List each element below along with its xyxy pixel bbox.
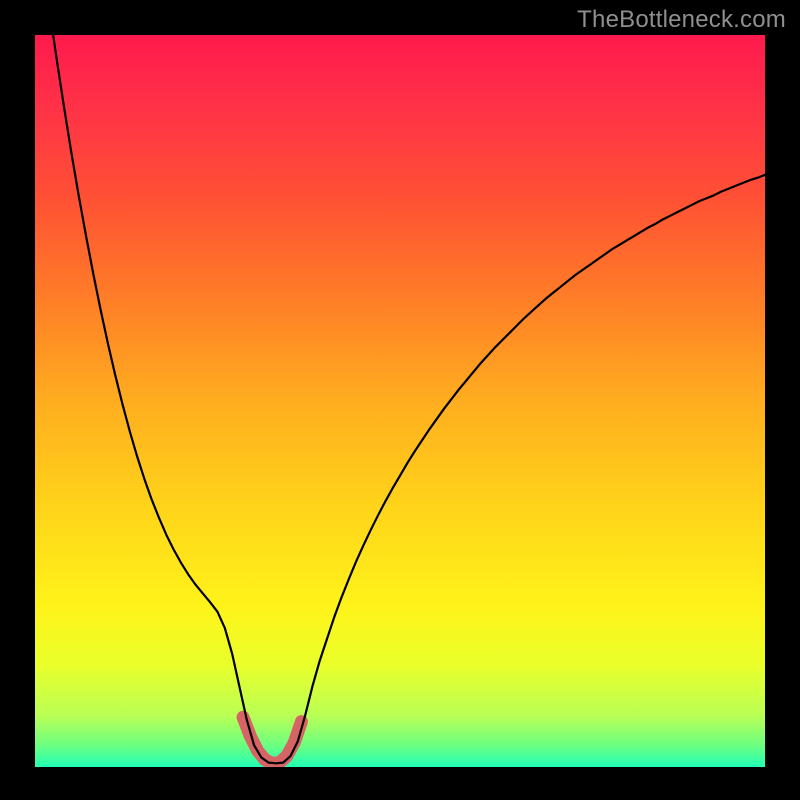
watermark-text: TheBottleneck.com (577, 6, 786, 34)
chart-frame: TheBottleneck.com (0, 0, 800, 800)
chart-svg (35, 35, 765, 767)
gradient-background (35, 35, 765, 767)
plot-area (35, 35, 765, 767)
